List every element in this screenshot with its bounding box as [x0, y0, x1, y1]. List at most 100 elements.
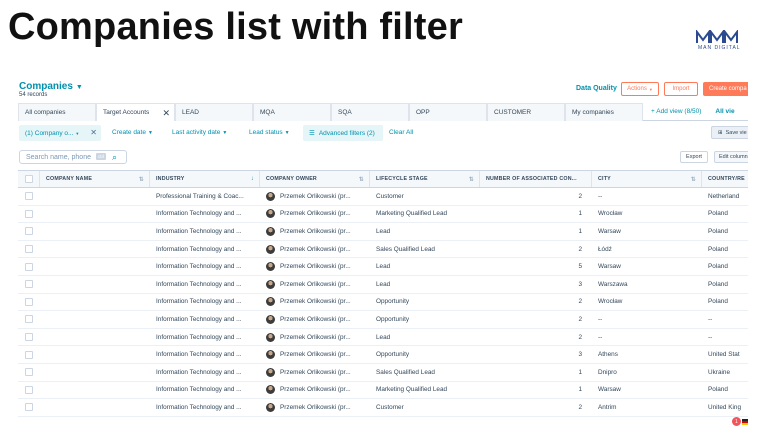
table-row[interactable]: Information Technology and ... Przemek Or… — [18, 205, 748, 224]
row-checkbox[interactable] — [25, 315, 33, 324]
table-row[interactable]: Professional Training & Coac... Przemek O… — [18, 188, 748, 206]
create-date-filter[interactable]: Create date ▼ — [112, 129, 153, 136]
tab-mqa[interactable]: MQA — [253, 103, 331, 121]
company-name-cell[interactable] — [40, 293, 150, 311]
table-row[interactable]: Information Technology and ... Przemek Or… — [18, 381, 748, 400]
company-name-cell[interactable] — [40, 328, 150, 346]
lifecycle-stage-cell: Lead — [376, 280, 391, 288]
table-row[interactable]: Information Technology and ... Przemek Or… — [18, 328, 748, 347]
column-label: COMPANY OWNER — [266, 176, 317, 182]
language-flag-icon[interactable] — [742, 419, 748, 425]
company-name-cell[interactable] — [40, 223, 150, 240]
row-checkbox[interactable] — [25, 350, 33, 359]
row-checkbox[interactable] — [25, 333, 33, 342]
row-checkbox[interactable] — [25, 262, 33, 271]
tab-all-companies[interactable]: All companies — [18, 103, 96, 121]
table-row[interactable]: Information Technology and ... Przemek Or… — [18, 311, 748, 329]
advanced-filters-button[interactable]: ☰ Advanced filters (2) — [303, 125, 383, 141]
country-cell: -- — [708, 315, 713, 323]
row-checkbox[interactable] — [25, 385, 33, 394]
tab-opp[interactable]: OPP — [409, 103, 487, 121]
row-checkbox[interactable] — [25, 192, 33, 201]
company-name-cell[interactable] — [40, 346, 150, 363]
actions-button[interactable]: Actions ▼ — [621, 82, 659, 96]
company-name-cell[interactable] — [40, 275, 150, 293]
avatar — [266, 402, 275, 412]
column-header-company-name[interactable]: COMPANY NAME ⇅ — [40, 171, 150, 187]
add-view-button[interactable]: + Add view (8/50) — [643, 103, 701, 120]
row-checkbox[interactable] — [25, 245, 33, 254]
column-header-industry[interactable]: INDUSTRY ↓ — [150, 171, 260, 187]
column-header-company-owner[interactable]: COMPANY OWNER ⇅ — [260, 171, 370, 187]
all-views-link[interactable]: All vie — [701, 103, 734, 120]
sort-icon[interactable]: ⇅ — [139, 176, 144, 183]
object-switcher[interactable]: Companies ▼ — [19, 81, 83, 92]
tab-target-accounts[interactable]: Target Accounts ✕ — [96, 103, 175, 121]
close-icon[interactable]: ✕ — [90, 128, 97, 137]
tab-lead[interactable]: LEAD — [175, 103, 253, 121]
data-quality-link[interactable]: Data Quality — [576, 85, 617, 92]
row-checkbox[interactable] — [25, 403, 33, 412]
sort-icon[interactable]: ⇅ — [469, 176, 474, 183]
logo-mark-icon — [696, 30, 738, 43]
search-icon[interactable]: ⌕ — [112, 152, 117, 163]
table-row[interactable]: Information Technology and ... Przemek Or… — [18, 293, 748, 312]
avatar — [266, 367, 275, 377]
company-name-cell[interactable] — [40, 311, 150, 328]
clear-all-link[interactable]: Clear All — [389, 129, 413, 136]
company-name-cell[interactable] — [40, 363, 150, 381]
tab-sqa[interactable]: SQA — [331, 103, 409, 121]
owner-cell: Przemek Orlikowski (pr... — [260, 223, 370, 240]
row-checkbox-cell — [18, 241, 40, 258]
column-header-city[interactable]: CITY ⇅ — [592, 171, 702, 187]
associated-contacts-cell: 1 — [578, 210, 582, 218]
table-row[interactable]: Information Technology and ... Przemek Or… — [18, 258, 748, 276]
company-name-cell[interactable] — [40, 258, 150, 275]
row-checkbox[interactable] — [25, 280, 33, 289]
row-checkbox[interactable] — [25, 297, 33, 306]
sort-icon[interactable]: ⇅ — [691, 176, 696, 183]
table-row[interactable]: Information Technology and ... Przemek Or… — [18, 346, 748, 364]
city-cell: Antrim — [598, 403, 617, 411]
create-company-button[interactable]: Create compa — [703, 82, 748, 96]
column-header-associated-contacts[interactable]: NUMBER OF ASSOCIATED CON... — [480, 171, 592, 187]
edit-columns-button[interactable]: Edit column — [714, 151, 748, 163]
associated-contacts-cell: 1 — [578, 386, 582, 394]
export-button[interactable]: Export — [680, 151, 708, 163]
company-name-cell[interactable] — [40, 381, 150, 399]
table-row[interactable]: Information Technology and ... Przemek Or… — [18, 399, 748, 417]
table-row[interactable]: Information Technology and ... Przemek Or… — [18, 363, 748, 382]
column-header-country[interactable]: COUNTRY/RE — [702, 171, 748, 187]
search-input[interactable]: Search name, phone ctrl ⌕ — [19, 150, 127, 164]
last-activity-date-filter[interactable]: Last activity date ▼ — [172, 129, 227, 136]
owner-name: Przemek Orlikowski (pr... — [280, 333, 351, 341]
table-row[interactable]: Information Technology and ... Przemek Or… — [18, 275, 748, 294]
row-checkbox-cell — [18, 399, 40, 416]
lead-status-filter[interactable]: Lead status ▼ — [249, 129, 290, 136]
company-name-cell[interactable] — [40, 205, 150, 223]
associated-contacts-cell: 1 — [578, 227, 582, 235]
column-header-lifecycle-stage[interactable]: LIFECYCLE STAGE ⇅ — [370, 171, 480, 187]
import-button[interactable]: Import — [664, 82, 698, 96]
close-icon[interactable]: ✕ — [162, 108, 170, 119]
logo-text: MAN DIGITAL — [698, 45, 741, 51]
table-row[interactable]: Information Technology and ... Przemek Or… — [18, 240, 748, 259]
sort-icon[interactable]: ⇅ — [359, 176, 364, 183]
object-label: Companies — [19, 81, 73, 92]
row-checkbox[interactable] — [25, 227, 33, 236]
company-owner-filter-chip[interactable]: (1) Company o... ▼ ✕ — [19, 125, 101, 141]
notification-badge[interactable]: 1 — [732, 417, 741, 426]
company-name-cell[interactable] — [40, 240, 150, 258]
row-checkbox[interactable] — [25, 368, 33, 377]
select-all-checkbox[interactable] — [24, 175, 33, 183]
row-checkbox[interactable] — [25, 209, 33, 218]
view-tabs: All companies Target Accounts ✕ LEAD MQA … — [18, 103, 748, 121]
tab-customer[interactable]: CUSTOMER — [487, 103, 565, 121]
save-view-button[interactable]: ⊞ Save vie — [711, 126, 748, 139]
city-cell: -- — [598, 315, 603, 323]
company-name-cell[interactable] — [40, 399, 150, 416]
sort-descending-icon[interactable]: ↓ — [251, 176, 254, 182]
table-row[interactable]: Information Technology and ... Przemek Or… — [18, 223, 748, 241]
tab-my-companies[interactable]: My companies — [565, 103, 643, 121]
company-name-cell[interactable] — [40, 188, 150, 205]
